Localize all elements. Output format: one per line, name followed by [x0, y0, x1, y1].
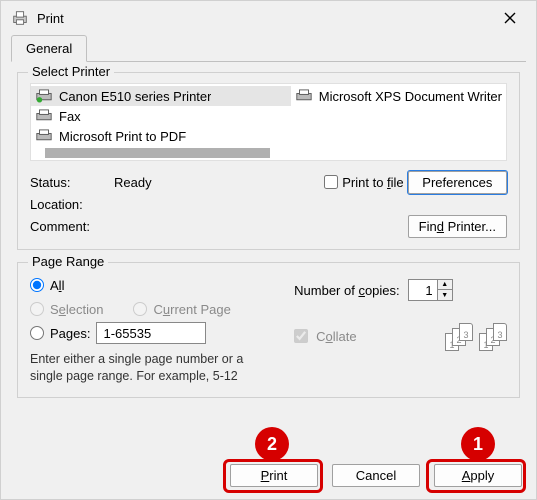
- tab-general[interactable]: General: [11, 35, 87, 62]
- printer-label: Microsoft XPS Document Writer: [319, 89, 502, 104]
- copies-label: Number of copies:: [294, 283, 400, 298]
- pages-input[interactable]: [96, 322, 206, 344]
- print-dialog: Print General Select Printer Canon E510 …: [0, 0, 537, 500]
- find-printer-button[interactable]: Find Printer...: [408, 215, 507, 238]
- radio-current-page: Current Page: [133, 297, 230, 321]
- horizontal-scrollbar[interactable]: [33, 148, 507, 158]
- printer-icon: [35, 89, 53, 103]
- collate-checkbox: [294, 329, 308, 343]
- select-printer-group-label: Select Printer: [28, 64, 114, 79]
- tab-strip: General: [11, 35, 526, 62]
- radio-all-input[interactable]: [30, 278, 44, 292]
- preferences-button[interactable]: Preferences: [408, 171, 507, 194]
- radio-all[interactable]: All: [30, 273, 264, 297]
- radio-pages-input[interactable]: [30, 326, 44, 340]
- page-range-group: Page Range All Selection Curr: [17, 262, 520, 398]
- printer-item-pdf[interactable]: Microsoft Print to PDF: [31, 126, 291, 146]
- printer-icon: [11, 9, 29, 27]
- spin-down[interactable]: ▼: [438, 290, 452, 300]
- location-label: Location:: [30, 197, 110, 212]
- radio-pages[interactable]: Pages:: [30, 321, 264, 345]
- radio-current-page-label: Current Page: [153, 302, 230, 317]
- collate-icon: 123 123: [445, 321, 507, 351]
- printer-label: Microsoft Print to PDF: [59, 129, 186, 144]
- tab-panel: Select Printer Canon E510 series Printer…: [1, 62, 536, 420]
- radio-selection: Selection: [30, 297, 103, 321]
- tab-general-label: General: [26, 41, 72, 56]
- copies-input[interactable]: [409, 283, 437, 298]
- close-button[interactable]: [490, 5, 530, 31]
- spin-up[interactable]: ▲: [438, 280, 452, 290]
- print-to-file-checkbox[interactable]: Print to file: [324, 175, 403, 190]
- cancel-button[interactable]: Cancel: [332, 464, 420, 487]
- radio-selection-input: [30, 302, 44, 316]
- printer-item-fax[interactable]: Fax: [31, 106, 291, 126]
- page-range-group-label: Page Range: [28, 254, 108, 269]
- printer-item-canon[interactable]: Canon E510 series Printer: [31, 86, 291, 106]
- status-label: Status:: [30, 175, 110, 190]
- printer-list[interactable]: Canon E510 series Printer Fax Microsoft …: [30, 83, 507, 161]
- collate-label: Collate: [316, 329, 356, 344]
- page-range-hint: Enter either a single page number or a s…: [30, 351, 264, 385]
- scrollbar-thumb[interactable]: [45, 148, 270, 158]
- dialog-buttons: Print Cancel Apply: [230, 464, 522, 487]
- printer-icon: [35, 109, 53, 123]
- titlebar: Print: [1, 1, 536, 35]
- radio-pages-label: Pages:: [50, 326, 90, 341]
- print-to-file-input[interactable]: [324, 175, 338, 189]
- copies-spinner[interactable]: ▲ ▼: [408, 279, 453, 301]
- radio-all-label: All: [50, 278, 64, 293]
- printer-item-xps[interactable]: Microsoft XPS Document Writer: [291, 86, 506, 106]
- annotation-badge-2: 2: [255, 427, 289, 461]
- annotation-badge-1: 1: [461, 427, 495, 461]
- status-value: Ready: [114, 175, 320, 190]
- print-to-file-label: Print to file: [342, 175, 403, 190]
- print-button[interactable]: Print: [230, 464, 318, 487]
- select-printer-group: Select Printer Canon E510 series Printer…: [17, 72, 520, 250]
- apply-button[interactable]: Apply: [434, 464, 522, 487]
- printer-label: Fax: [59, 109, 81, 124]
- close-icon: [504, 12, 516, 24]
- printer-label: Canon E510 series Printer: [59, 89, 211, 104]
- radio-selection-label: Selection: [50, 302, 103, 317]
- window-title: Print: [37, 11, 490, 26]
- printer-icon: [35, 129, 53, 143]
- comment-label: Comment:: [30, 219, 110, 234]
- printer-icon: [295, 89, 313, 103]
- radio-current-page-input: [133, 302, 147, 316]
